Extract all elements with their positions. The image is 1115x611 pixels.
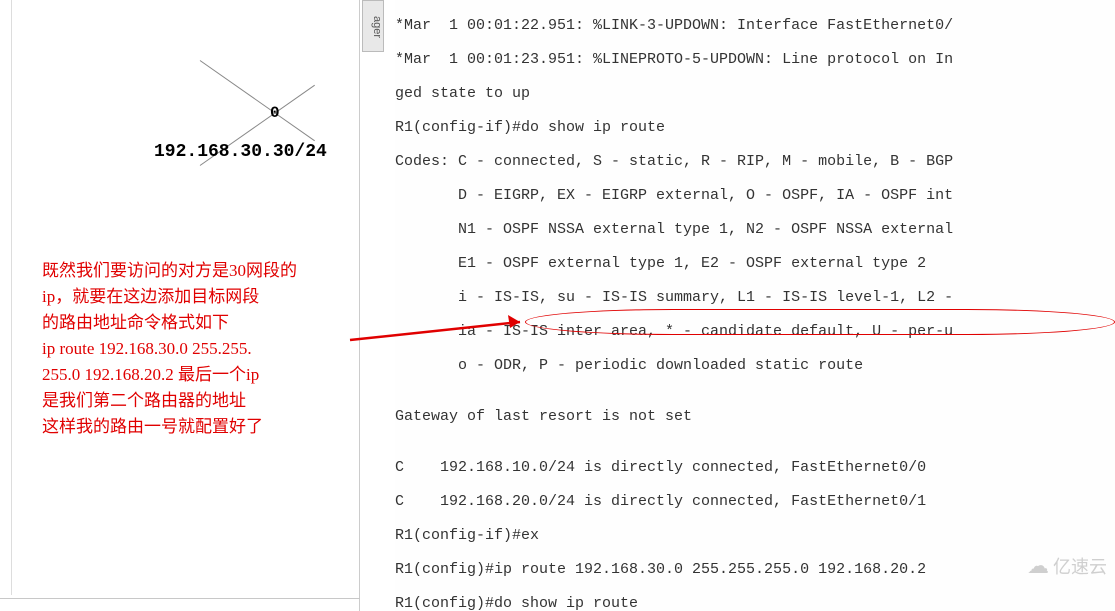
- terminal-line: *Mar 1 00:01:23.951: %LINEPROTO-5-UPDOWN…: [395, 51, 1115, 68]
- diagram-ip-label: 192.168.30.30/24: [154, 142, 327, 162]
- terminal-line: R1(config-if)#ex: [395, 527, 1115, 544]
- annotation-line: 是我们第二个路由器的地址: [42, 388, 362, 414]
- annotation-line: 这样我的路由一号就配置好了: [42, 414, 362, 440]
- terminal-line: Codes: C - connected, S - static, R - RI…: [395, 153, 1115, 170]
- annotation-line: ip，就要在这边添加目标网段: [42, 284, 362, 310]
- terminal-line: R1(config)#ip route 192.168.30.0 255.255…: [395, 561, 1115, 578]
- cloud-icon: ☁: [1027, 553, 1049, 579]
- diagram-line: [200, 60, 315, 141]
- terminal-line: C 192.168.10.0/24 is directly connected,…: [395, 459, 1115, 476]
- terminal-line: ged state to up: [395, 85, 1115, 102]
- annotation-line: 的路由地址命令格式如下: [42, 310, 362, 336]
- terminal-line: *Mar 1 00:01:22.951: %LINK-3-UPDOWN: Int…: [395, 17, 1115, 34]
- watermark-text: 亿速云: [1053, 553, 1107, 579]
- annotation-text: 既然我们要访问的对方是30网段的 ip，就要在这边添加目标网段 的路由地址命令格…: [42, 258, 362, 440]
- diagram-area: 0 192.168.30.30/24: [0, 0, 360, 240]
- terminal-line: ia - IS-IS inter area, * - candidate def…: [395, 323, 1115, 340]
- panel-divider: [0, 598, 360, 599]
- terminal-line: i - IS-IS, su - IS-IS summary, L1 - IS-I…: [395, 289, 1115, 306]
- terminal-line: D - EIGRP, EX - EIGRP external, O - OSPF…: [395, 187, 1115, 204]
- terminal-line: E1 - OSPF external type 1, E2 - OSPF ext…: [395, 255, 1115, 272]
- vertical-tab[interactable]: ager: [362, 0, 384, 52]
- terminal-line: R1(config)#do show ip route: [395, 595, 1115, 611]
- terminal-line: R1(config-if)#do show ip route: [395, 119, 1115, 136]
- terminal-line: N1 - OSPF NSSA external type 1, N2 - OSP…: [395, 221, 1115, 238]
- diagram-port-label: 0: [270, 104, 280, 122]
- terminal-line: C 192.168.20.0/24 is directly connected,…: [395, 493, 1115, 510]
- annotation-line: ip route 192.168.30.0 255.255.: [42, 336, 362, 362]
- left-panel: 0 192.168.30.30/24 既然我们要访问的对方是30网段的 ip，就…: [0, 0, 360, 611]
- watermark: ☁ 亿速云: [1027, 553, 1107, 579]
- terminal-output[interactable]: *Mar 1 00:01:22.951: %LINK-3-UPDOWN: Int…: [395, 0, 1115, 611]
- terminal-line: Gateway of last resort is not set: [395, 408, 1115, 425]
- annotation-line: 既然我们要访问的对方是30网段的: [42, 258, 362, 284]
- annotation-line: 255.0 192.168.20.2 最后一个ip: [42, 362, 362, 388]
- terminal-line: o - ODR, P - periodic downloaded static …: [395, 357, 1115, 374]
